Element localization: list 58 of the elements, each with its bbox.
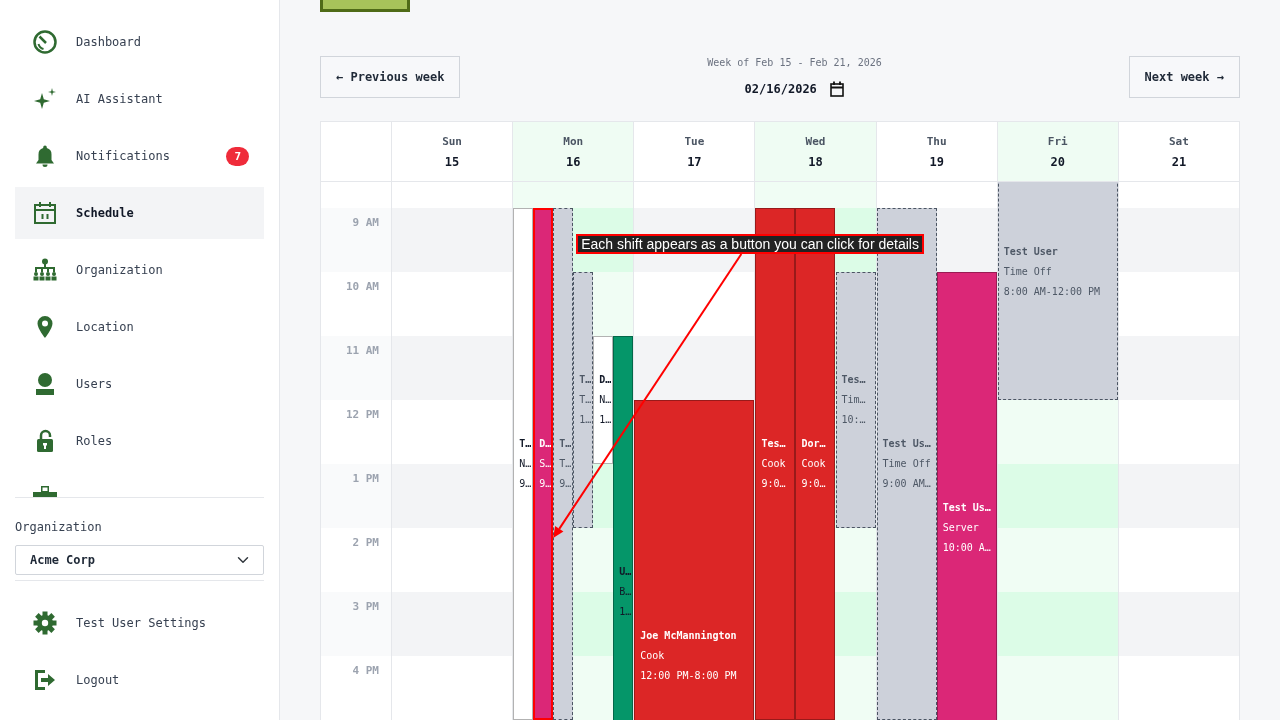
logout-icon [33,668,57,692]
time-label: 4 PM [352,664,379,677]
nav-link[interactable]: Test User Settings [15,597,264,649]
time-label: 1 PM [352,472,379,485]
time-off-button[interactable]: Tes… Tim… 10:… [835,272,876,528]
org-chart-icon [33,258,57,282]
nav-link[interactable]: Users [15,358,264,410]
shift-button[interactable]: T… N… 9… [513,208,534,720]
day-number: 19 [929,153,944,171]
week-range-label: Week of Feb 15 - Feb 21, 2026 [707,56,882,70]
day-number: 20 [1050,153,1065,171]
nav-link[interactable]: AI Assistant [15,73,264,125]
shift-button[interactable]: Joe McMannington Cook 12:00 PM-8:00 PM [634,400,755,720]
annotation-callout: Each shift appears as a button you can click for details [576,234,924,254]
shift-button[interactable]: D… N… 1… [593,336,614,464]
time-label: 12 PM [345,408,379,421]
time-off-button[interactable]: T… T… 9… [553,208,574,720]
time-off-button[interactable]: T… T… 1… [573,272,594,528]
day-name: Wed [805,133,826,150]
calendar-icon [33,201,57,225]
day-name: Sun [442,133,462,150]
day-name: Mon [563,133,584,150]
organization-select[interactable]: Acme Corp [15,545,264,575]
day-number: 17 [687,153,702,171]
day-number: 21 [1171,153,1187,171]
day-name: Thu [926,133,947,150]
nav-link[interactable]: Schedule [15,187,264,239]
day-name: Tue [684,133,705,150]
nav-link[interactable]: Logout [15,654,264,706]
nav-link[interactable]: Roles [15,415,264,467]
user-icon [33,372,57,396]
day-number: 16 [566,153,581,171]
nav-link[interactable]: Dashboard [15,16,264,68]
next-week-button[interactable]: Next week → [1128,56,1240,98]
shift-button[interactable]: Test Us… Server 10:00 A… [936,272,997,720]
time-label: 9 AM [352,216,379,229]
time-label: 3 PM [352,600,379,613]
day-number: 18 [808,153,823,171]
time-label: 2 PM [352,536,379,549]
day-name: Fri [1047,133,1068,150]
time-off-button[interactable]: Test User Time Off 8:00 AM-12:00 PM [997,182,1118,400]
nav-link[interactable]: Location [15,301,264,353]
shift-button[interactable]: D… S… 9… [533,208,554,720]
count-badge: 7 [226,146,249,166]
time-label: 11 AM [345,344,379,357]
day-name: Sat [1169,133,1189,150]
time-label: 10 AM [345,280,379,293]
previous-week-button[interactable]: ← Previous week [320,56,461,98]
nav-link[interactable]: Notifications 7 [15,130,264,182]
bell-icon [33,144,57,168]
day-number: 15 [444,153,460,171]
date-field[interactable]: 02/16/2026 [744,80,819,98]
settings-icon [33,611,57,635]
nav-link[interactable]: Organization [15,244,264,296]
calendar-icon[interactable] [830,81,845,97]
field-label: Organization [15,519,103,536]
shift-button[interactable]: U… B… 1… [613,336,634,720]
gauge-icon [33,30,57,54]
